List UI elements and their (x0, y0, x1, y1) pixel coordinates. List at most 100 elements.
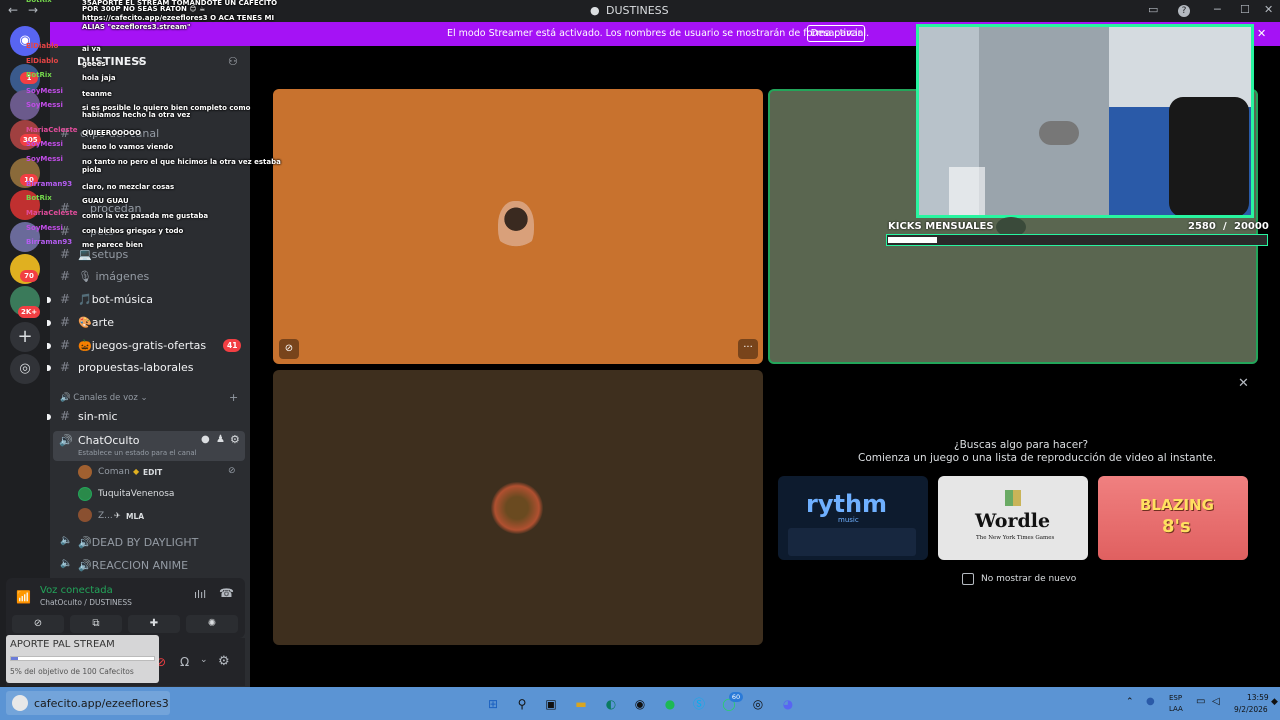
chevron-down-icon[interactable]: ⌄ (200, 655, 208, 665)
voice-member-name[interactable]: Z... (98, 511, 113, 521)
channel-name: propuestas-laborales (78, 361, 194, 374)
tray-chevron-icon[interactable]: ⌃ (1126, 697, 1134, 707)
camera-toggle-button[interactable]: ⊘ (12, 615, 64, 633)
webcam-overlay (916, 24, 1254, 218)
kicks-progress-track (886, 234, 1268, 246)
chevron-down-icon: ⌄ (140, 393, 148, 403)
chat-username: Birraman93 (26, 238, 73, 246)
wordle-logo: Wordle (975, 510, 1051, 532)
add-server-icon[interactable]: + (10, 322, 40, 352)
kicks-goal: 20000 (1234, 221, 1269, 232)
file-explorer-icon[interactable]: ▬ (572, 695, 590, 713)
activity-card-blazing[interactable]: BLAZING 8's (1098, 476, 1248, 560)
chat-message: BotRix hola jaja (26, 71, 116, 83)
clock-date[interactable]: 9/2/2026 (1234, 705, 1268, 714)
chat-username: SoyMessi (26, 101, 63, 109)
chat-message: POR 300P NO SEAS RATON 😊 ☕ (78, 5, 205, 14)
stream-chat-overlay: BotRix 35APORTE EL STREAM TOMANDOTE UN CA… (0, 0, 281, 255)
donation-widget: APORTE PAL STREAM 5% del objetivo de 100… (6, 635, 159, 683)
cafecito-link[interactable]: cafecito.app/ezeeflores3 (34, 697, 169, 710)
channel-item[interactable]: # propuestas-laborales (47, 358, 250, 378)
voice-member-name[interactable]: TuquitaVenenosa (98, 489, 174, 499)
connection-signal-icon[interactable]: 📶 (16, 590, 31, 604)
kicks-progress-fill (888, 237, 937, 243)
channel-item[interactable]: # sin-mic (47, 407, 250, 427)
search-icon[interactable]: ⚲ (513, 695, 531, 713)
chat-username: BotRix (26, 71, 52, 79)
cafecito-icon (12, 695, 28, 711)
participant-tile[interactable] (273, 370, 763, 645)
channel-status-placeholder[interactable]: Establece un estado para el canal (78, 449, 197, 457)
chat-username: BotRix (26, 194, 52, 202)
clock-time[interactable]: 13:59 (1247, 693, 1269, 702)
spotify-icon[interactable]: ● (661, 695, 679, 713)
channel-item[interactable]: # 🎨arte (47, 313, 250, 333)
add-channel-icon[interactable]: + (229, 391, 238, 404)
discord-taskbar-icon[interactable]: ◕ (779, 695, 797, 713)
language-indicator-sub[interactable]: LAA (1169, 705, 1183, 713)
task-view-icon[interactable]: ▣ (542, 695, 560, 713)
chat-username: ElDiablo (26, 42, 59, 50)
voice-channel-item[interactable]: 🔈 🔊REACCION ANIME (50, 556, 250, 576)
activities-button[interactable]: ✚ (128, 615, 180, 633)
deactivate-button[interactable]: Desactivar (807, 25, 865, 42)
maximize-icon[interactable]: ☐ (1240, 3, 1250, 16)
dont-show-checkbox[interactable] (962, 573, 974, 585)
chat-icon[interactable]: ● (201, 434, 210, 445)
active-voice-channel[interactable]: 🔊 ChatOculto Establece un estado para el… (53, 431, 245, 461)
chat-username: MariaCelesteB (26, 126, 78, 134)
explore-servers-icon[interactable]: ◎ (10, 354, 40, 384)
tag-icon: ◆ (133, 467, 140, 476)
close-banner-icon[interactable]: ✕ (1257, 27, 1266, 40)
chat-text: hola jaja (82, 74, 116, 82)
edge-icon[interactable]: ◐ (602, 695, 620, 713)
tray-mic-icon[interactable]: ● (1146, 696, 1155, 707)
screen-share-button[interactable]: ⧉ (70, 615, 122, 633)
wordle-sub: The New York Times Games (976, 535, 1055, 541)
obs-icon[interactable]: ◎ (749, 695, 767, 713)
chat-message: ElDiablo ai va (26, 42, 101, 54)
chat-text: ai va (82, 45, 101, 53)
user-settings-gear-icon[interactable]: ⚙ (218, 654, 230, 669)
noise-suppression-icon[interactable]: ılıl (194, 588, 206, 601)
inbox-icon[interactable]: ▭ (1148, 3, 1158, 16)
participant-tile[interactable]: ⊘ ··· (273, 89, 763, 364)
channel-label: imágenes (95, 270, 150, 283)
chat-text: https://cafecito.app/ezeeflores3 O ACA T… (82, 14, 275, 22)
steam-icon[interactable]: ◉ (631, 695, 649, 713)
activity-card-wordle[interactable]: Wordle The New York Times Games (938, 476, 1088, 560)
notification-icon[interactable]: ◆ (1271, 697, 1278, 707)
dont-show-label[interactable]: No mostrar de nuevo (981, 574, 1076, 584)
chat-text: habiamos hecho la otra vez (82, 111, 191, 119)
voice-member-name[interactable]: Coman (98, 467, 130, 477)
close-activities-icon[interactable]: ✕ (1238, 376, 1249, 391)
channel-item[interactable]: # 🎙 imágenes (50, 267, 250, 287)
activity-card-rythm[interactable]: rythm music (778, 476, 928, 560)
invite-icon[interactable]: ♟ (216, 434, 225, 445)
headphones-icon[interactable]: Ω (180, 655, 189, 669)
browser-tab[interactable]: cafecito.app/ezeeflores3 (6, 691, 170, 715)
minimize-icon[interactable]: ─ (1214, 3, 1221, 16)
voice-channel-item[interactable]: 🔈 🔊DEAD BY DAYLIGHT (50, 533, 250, 553)
skype-icon[interactable]: Ⓢ (690, 695, 708, 713)
disconnect-icon[interactable]: ☎ (219, 586, 234, 600)
hash-icon: # (60, 269, 71, 283)
close-window-icon[interactable]: ✕ (1264, 3, 1273, 16)
avatar (78, 487, 92, 501)
whatsapp-badge: 60 (729, 692, 743, 702)
voice-category[interactable]: 🔊 Canales de voz ⌄ + (60, 391, 238, 404)
chat-text: GUAU GUAU (82, 197, 129, 205)
start-icon[interactable]: ⊞ (484, 695, 502, 713)
channel-item[interactable]: # 🎵bot-música (47, 290, 250, 310)
soundboard-button[interactable]: ✺ (186, 615, 238, 633)
volume-icon[interactable]: ◁ (1212, 696, 1220, 707)
channel-item[interactable]: # 🎃juegos-gratis-ofertas 41 (47, 336, 250, 356)
network-icon[interactable]: ▭ (1196, 696, 1205, 707)
voice-status[interactable]: Voz conectada (40, 585, 113, 596)
help-icon[interactable]: ? (1178, 5, 1190, 17)
language-indicator[interactable]: ESP (1169, 694, 1182, 702)
chat-message: BotRix GUAU GUAU (26, 194, 129, 206)
settings-gear-icon[interactable]: ⚙ (230, 433, 240, 446)
voice-location[interactable]: ChatOculto / DUSTINESS (40, 598, 132, 607)
more-options-icon[interactable]: ··· (738, 339, 758, 359)
